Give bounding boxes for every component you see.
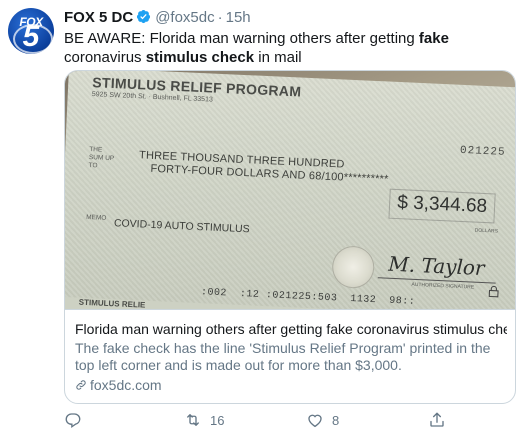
card-meta[interactable]: Florida man warning others after getting… [65, 309, 515, 403]
tweet-text: BE AWARE: Florida man warning others aft… [64, 29, 514, 67]
share-icon [430, 412, 444, 427]
check-memo: COVID-19 AUTO STIMULUS [113, 217, 250, 236]
tweet-text-part: in mail [254, 49, 302, 66]
check-stub-text: STIMULUS RELIE [78, 297, 146, 309]
share-button[interactable] [428, 410, 446, 430]
tweet-text-highlight: stimulus check [145, 49, 255, 66]
card-domain[interactable]: fox5dc.com [75, 377, 162, 393]
check-seal [331, 245, 376, 290]
avatar[interactable]: FOX 5 [8, 8, 54, 54]
check-signature: M. Taylor [387, 251, 486, 281]
verified-icon [137, 9, 151, 24]
check-amount: $ 3,344.68 [396, 192, 488, 218]
link-icon [76, 380, 86, 390]
check-number: 021225 [459, 144, 506, 159]
tweet-text-highlight: fake [418, 30, 449, 47]
stimulus-check-image: STIMULUS RELIEF PROGRAM 5925 SW 20th St.… [65, 71, 515, 309]
tweet-actions: 16 8 [64, 410, 514, 430]
link-card[interactable]: STIMULUS RELIEF PROGRAM 5925 SW 20th St.… [64, 70, 516, 404]
retweet-button[interactable]: 16 [184, 410, 224, 430]
card-description: The fake check has the line 'Stimulus Re… [75, 340, 491, 373]
check-sum-label: THE SUM UP TO [88, 146, 115, 170]
tweet-header: FOX 5 DC @fox5dc · 15h [64, 9, 251, 27]
like-count: 8 [332, 412, 340, 428]
reply-icon [65, 413, 81, 429]
like-icon [308, 414, 322, 428]
check-memo-label: MEMO [86, 213, 107, 222]
like-button[interactable]: 8 [306, 410, 339, 430]
card-title[interactable]: Florida man warning others after getting… [75, 320, 507, 338]
check-amount-words: THREE THOUSAND THREE HUNDRED FORTY-FOUR … [138, 149, 389, 186]
card-domain-text: fox5dc.com [90, 377, 162, 393]
avatar-logo-number: 5 [22, 20, 40, 53]
card-photo[interactable]: STIMULUS RELIEF PROGRAM 5925 SW 20th St.… [65, 71, 515, 309]
retweet-icon [187, 414, 199, 426]
retweet-count: 16 [210, 412, 225, 428]
handle[interactable]: @fox5dc [155, 9, 214, 26]
timestamp[interactable]: 15h [226, 9, 251, 26]
tweet-text-part: coronavirus [64, 49, 146, 66]
display-name[interactable]: FOX 5 DC [64, 9, 133, 26]
tweet[interactable]: FOX 5 FOX 5 DC @fox5dc · 15h BE AWARE: Flor… [0, 0, 529, 433]
check-dollars-label: DOLLARS [474, 227, 499, 235]
check-signature-label: AUTHORIZED SIGNATURE [411, 281, 475, 291]
tweet-text-part: BE AWARE: Florida man warning others aft… [64, 30, 419, 47]
separator-dot: · [217, 9, 223, 26]
reply-button[interactable] [64, 410, 90, 430]
lock-icon [488, 285, 499, 298]
